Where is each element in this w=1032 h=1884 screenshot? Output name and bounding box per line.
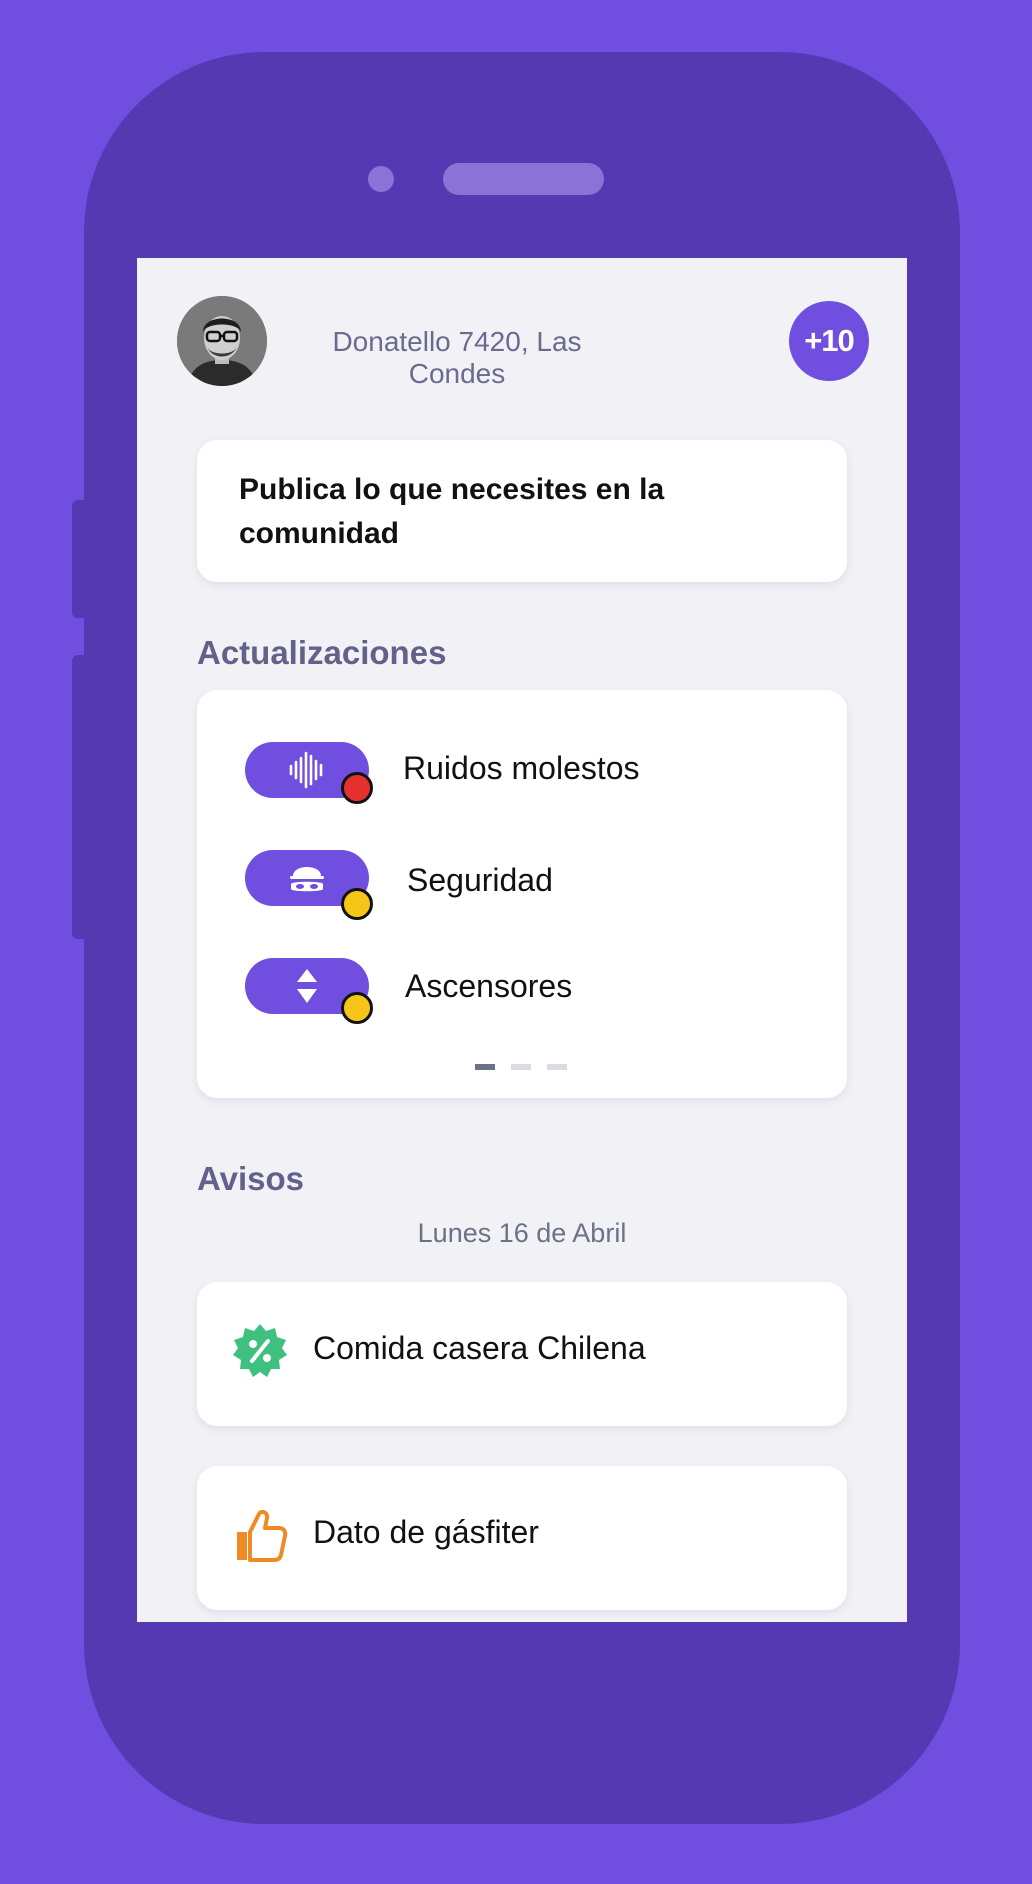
status-dot-yellow [341,888,373,920]
notice-label: Dato de gásfiter [313,1514,539,1550]
pager-dot[interactable] [511,1064,531,1070]
elevator-arrows-icon [297,969,317,1003]
update-label: Ruidos molestos [403,750,640,786]
burglar-icon [290,867,324,892]
notices-title: Avisos [197,1160,304,1197]
notice-item-comida[interactable]: Comida casera Chilena [197,1282,847,1426]
status-dot-yellow [341,992,373,1024]
pager-dot-active[interactable] [475,1064,495,1070]
phone-side-button [72,655,86,939]
update-label: Seguridad [407,862,553,898]
address-label: Donatello 7420, Las Condes [332,326,582,389]
update-label: Ascensores [405,968,573,1004]
status-dot-red [341,772,373,804]
user-photo-icon [177,296,267,386]
notice-item-gasfiter[interactable]: Dato de gásfiter [197,1466,847,1610]
sound-wave-icon [289,751,323,789]
avatar[interactable] [177,296,267,386]
phone-speaker [443,163,604,195]
updates-card[interactable]: Ruidos molestos Seguridad Ascensores [197,690,847,1098]
discount-badge-icon [233,1324,287,1377]
notices-date: Lunes 16 de Abril [417,1218,627,1248]
post-prompt-card[interactable]: Publica lo que necesites en la comunidad [197,440,847,582]
notice-label: Comida casera Chilena [313,1330,646,1366]
pager-dot[interactable] [547,1064,567,1070]
updates-title: Actualizaciones [197,634,447,671]
thumbs-up-icon [237,1509,288,1562]
post-prompt-text: Publica lo que necesites en la comunidad [239,473,665,550]
phone-side-button [72,500,86,618]
points-badge[interactable]: +10 [789,301,869,381]
app-screen: Donatello 7420, Las Condes +10 Publica l… [137,258,907,1622]
phone-camera [368,166,394,192]
